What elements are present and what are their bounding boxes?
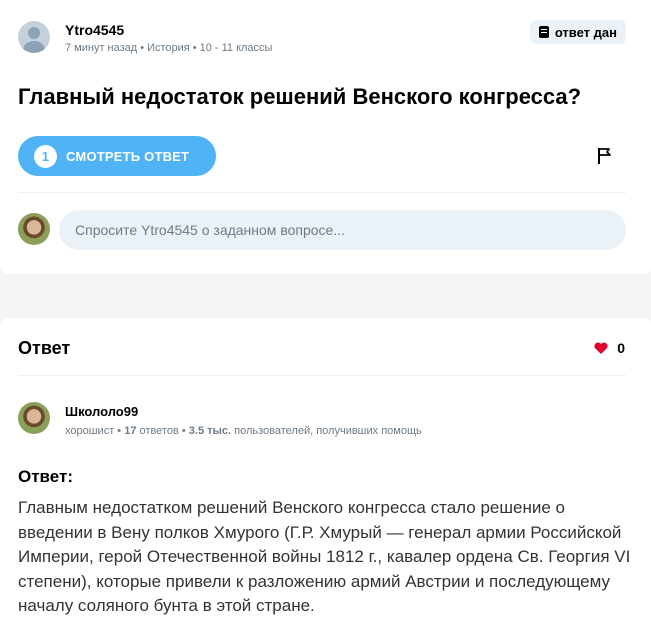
question-card: Ytro4545 7 минут назад • История • 10 - 11 к…: [0, 0, 651, 274]
divider: [18, 375, 626, 376]
document-icon: [538, 26, 549, 38]
status-badge-label: ответ дан: [554, 24, 617, 40]
answer-text: Главным недостатком решений Венского кон…: [18, 498, 631, 615]
see-answer-button[interactable]: 1 СМОТРЕТЬ ОТВЕТ: [18, 136, 216, 176]
answerer-avatar[interactable]: [18, 402, 50, 434]
likes-counter[interactable]: 0: [594, 340, 625, 356]
question-author[interactable]: Ytro4545: [65, 22, 124, 38]
answer-heading: Ответ: [18, 338, 71, 358]
see-answer-label: СМОТРЕТЬ ОТВЕТ: [66, 148, 190, 164]
answer-author-meta: хорошист • 17 ответов • 3.5 тыс. пользов…: [65, 425, 422, 437]
answers-label: ответов: [139, 425, 179, 437]
user-avatar-icon[interactable]: [18, 21, 50, 53]
author-rank: хорошист: [65, 425, 115, 437]
answer-count-badge: 1: [34, 144, 57, 168]
divider: [18, 192, 626, 193]
question-meta: 7 минут назад • История • 10 - 11 классы: [65, 42, 273, 54]
answers-count: 17: [124, 425, 137, 437]
answer-author[interactable]: Школоло99: [65, 404, 138, 419]
status-badge: ответ дан: [529, 20, 626, 44]
heart-icon[interactable]: [594, 342, 608, 354]
helped-label: пользователей, получивших помощь: [234, 425, 422, 437]
question-title: Главный недостаток решений Венского конг…: [18, 84, 582, 109]
current-user-avatar: [18, 213, 50, 245]
ask-author-input[interactable]: [59, 210, 626, 250]
report-flag-icon[interactable]: [597, 147, 613, 165]
answer-card: Ответ 0 Школоло99 хорошист • 17 ответов …: [0, 318, 651, 619]
likes-count: 0: [617, 340, 625, 356]
question-time: 7 минут назад: [65, 42, 138, 54]
question-subject[interactable]: История: [147, 42, 190, 54]
helped-count: 3.5 тыс.: [188, 425, 232, 437]
answer-label: Ответ:: [18, 467, 73, 486]
question-grade: 10 - 11 классы: [199, 42, 273, 54]
